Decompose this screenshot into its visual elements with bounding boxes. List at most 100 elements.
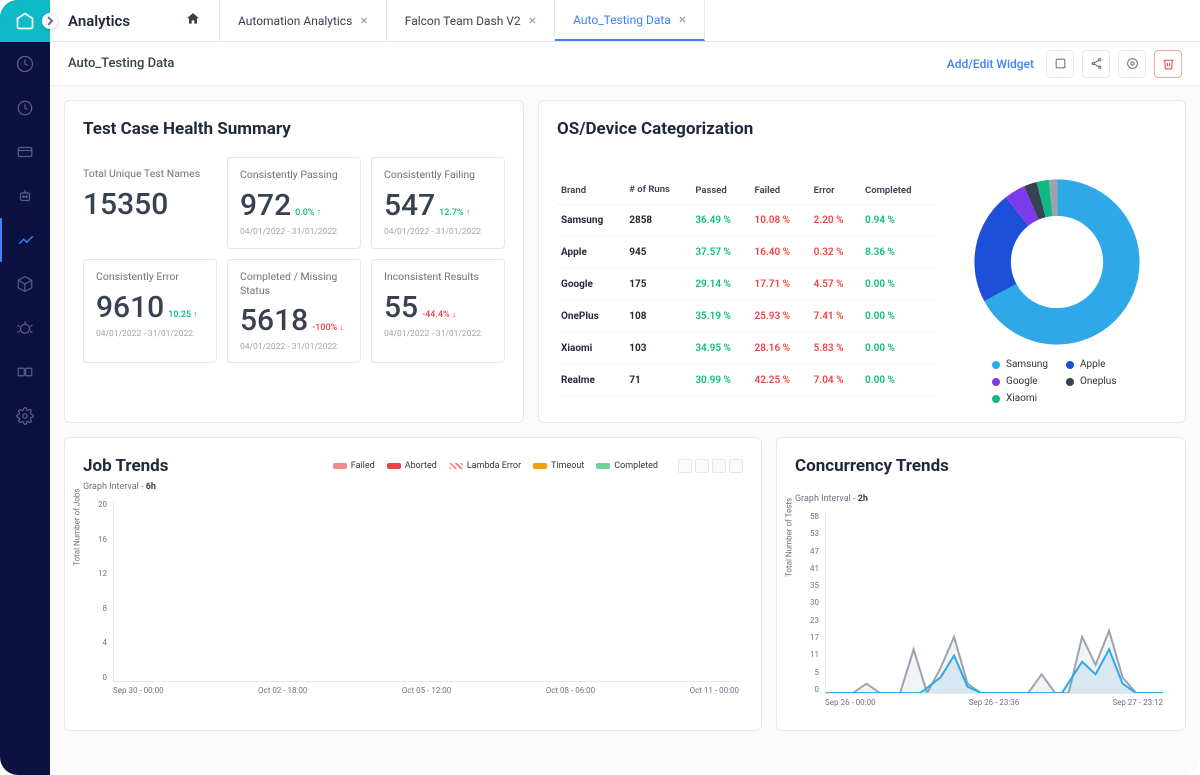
tab-label: Automation Analytics — [238, 14, 352, 28]
chart-reset-icon[interactable] — [712, 459, 726, 473]
metric-passing: Consistently Passing 9720.0% ↑ 04/01/202… — [227, 157, 361, 249]
nav-analytics[interactable] — [0, 218, 50, 262]
th-error[interactable]: Error — [810, 177, 861, 205]
nav-history[interactable] — [0, 86, 50, 130]
th-passed[interactable]: Passed — [691, 177, 750, 205]
topbar: Analytics Automation Analytics×Falcon Te… — [50, 0, 1200, 42]
tab-2[interactable]: Auto_Testing Data × — [555, 0, 705, 41]
tab-1[interactable]: Falcon Team Dash V2 × — [387, 0, 555, 41]
tab-label: Falcon Team Dash V2 — [405, 14, 521, 28]
donut-legend: Samsung Apple Google Oneplus Xiaomi — [992, 359, 1122, 404]
metric-date: 04/01/2022 - 31/01/2022 — [240, 227, 348, 237]
main: Analytics Automation Analytics×Falcon Te… — [50, 0, 1200, 775]
chart-toolbar — [678, 459, 743, 473]
conc-plot — [825, 512, 1163, 694]
chart-expand-icon[interactable] — [695, 459, 709, 473]
nav-billing[interactable] — [0, 130, 50, 174]
close-icon[interactable]: × — [679, 12, 686, 28]
table-row[interactable]: Realme7130.99 %42.25 %7.04 %0.00 % — [557, 365, 935, 397]
tab-0[interactable]: Automation Analytics × — [220, 0, 387, 41]
tabs: Automation Analytics×Falcon Team Dash V2… — [220, 0, 705, 41]
legend-item[interactable]: Oneplus — [1066, 376, 1122, 387]
jobs-chart: Total Number of Jobs 201612840 Sep 30 - … — [83, 500, 743, 700]
th-brand[interactable]: Brand — [557, 177, 625, 205]
home-icon[interactable] — [185, 11, 201, 31]
conc-chart: Total Number of Tests 585347413530231711… — [795, 512, 1167, 712]
legend-item[interactable]: Google — [992, 376, 1048, 387]
metric-date: 04/01/2022 - 31/01/2022 — [384, 227, 492, 237]
conc-y-label: Total Number of Tests — [785, 498, 794, 577]
legend-item[interactable]: Xiaomi — [992, 393, 1048, 404]
legend-item[interactable]: Aborted — [387, 461, 437, 471]
layout-icon[interactable] — [1046, 50, 1074, 78]
metric-label: Inconsistent Results — [384, 270, 492, 284]
metric-date: 04/01/2022 - 31/01/2022 — [240, 342, 348, 352]
table-row[interactable]: OnePlus10835.19 %25.93 %7.41 %0.00 % — [557, 301, 935, 333]
donut-chart — [972, 177, 1142, 347]
conc-x-axis: Sep 26 - 00:00Sep 26 - 23:36Sep 27 - 23:… — [825, 698, 1163, 712]
metric-date: 04/01/2022 - 31/01/2022 — [384, 329, 492, 339]
legend-item[interactable]: Samsung — [992, 359, 1048, 370]
add-edit-widget-button[interactable]: Add/Edit Widget — [947, 57, 1034, 71]
metric-value: 961010.25 ↑ — [96, 290, 204, 325]
table-row[interactable]: Samsung285836.49 %10.08 %2.20 %0.94 % — [557, 205, 935, 237]
chart-menu-icon[interactable] — [729, 459, 743, 473]
nav-bugs[interactable] — [0, 306, 50, 350]
chart-bar-icon[interactable] — [678, 459, 692, 473]
os-table: Brand # of Runs Passed Failed Error Comp… — [557, 177, 935, 404]
donut-chart-wrap: Samsung Apple Google Oneplus Xiaomi — [947, 177, 1167, 404]
content: Test Case Health Summary Total Unique Te… — [50, 86, 1200, 775]
page-title: Auto_Testing Data — [68, 56, 174, 71]
tab-label: Auto_Testing Data — [573, 13, 671, 27]
metric-missing: Completed / Missing Status 5618-100% ↓ 0… — [227, 259, 361, 363]
metric-value: 5618-100% ↓ — [240, 303, 348, 338]
legend-item[interactable]: Apple — [1066, 359, 1122, 370]
nav-settings[interactable] — [0, 394, 50, 438]
legend-item[interactable]: Lambda Error — [449, 461, 521, 471]
legend-item[interactable]: Timeout — [533, 461, 584, 471]
close-icon[interactable]: × — [529, 13, 536, 29]
jobs-y-label: Total Number of Jobs — [73, 488, 82, 565]
delete-icon[interactable] — [1154, 50, 1182, 78]
metric-value: 15350 — [83, 187, 205, 222]
nav-packages[interactable] — [0, 262, 50, 306]
legend-item[interactable]: Failed — [333, 461, 375, 471]
jobs-legend: Failed Aborted Lambda Error Timeout Complete… — [333, 459, 743, 473]
metric-label: Consistently Error — [96, 270, 204, 284]
legend-item[interactable]: Completed — [596, 461, 658, 471]
settings-icon[interactable] — [1118, 50, 1146, 78]
nav-automation[interactable] — [0, 174, 50, 218]
close-icon[interactable]: × — [360, 13, 367, 29]
sidebar-expand-icon[interactable] — [42, 13, 58, 29]
subbar: Auto_Testing Data Add/Edit Widget — [50, 42, 1200, 86]
metric-label: Completed / Missing Status — [240, 270, 348, 297]
metric-inconsistent: Inconsistent Results 55-44.4% ↓ 04/01/20… — [371, 259, 505, 363]
th-completed[interactable]: Completed — [861, 177, 935, 205]
nav-integrations[interactable] — [0, 350, 50, 394]
health-title: Test Case Health Summary — [83, 119, 505, 139]
share-icon[interactable] — [1082, 50, 1110, 78]
jobs-y-axis: 201612840 — [83, 500, 107, 682]
conc-y-axis: 58534741353023171150 — [795, 512, 819, 694]
app-title: Analytics — [68, 12, 130, 30]
metric-value: 54712.7% ↑ — [384, 188, 492, 223]
jobs-plot — [113, 500, 739, 682]
os-device-card: OS/Device Categorization Brand # of Runs… — [538, 100, 1186, 423]
table-row[interactable]: Xiaomi10334.95 %28.16 %5.83 %0.00 % — [557, 333, 935, 365]
metric-label: Consistently Failing — [384, 168, 492, 182]
th-runs[interactable]: # of Runs — [625, 177, 691, 205]
app-title-area: Analytics — [50, 0, 220, 41]
nav-dashboard[interactable] — [0, 42, 50, 86]
metric-value: 9720.0% ↑ — [240, 188, 348, 223]
concurrency-card: Concurrency Trends Graph Interval - 2h T… — [776, 437, 1186, 731]
table-row[interactable]: Apple94537.57 %16.40 %0.32 %8.36 % — [557, 237, 935, 269]
health-summary-card: Test Case Health Summary Total Unique Te… — [64, 100, 524, 423]
metric-label: Consistently Passing — [240, 168, 348, 182]
logo[interactable] — [0, 0, 50, 42]
metric-error: Consistently Error 961010.25 ↑ 04/01/202… — [83, 259, 217, 363]
th-failed[interactable]: Failed — [751, 177, 810, 205]
metric-failing: Consistently Failing 54712.7% ↑ 04/01/20… — [371, 157, 505, 249]
jobs-title: Job Trends — [83, 456, 168, 476]
metric-date: 04/01/2022 - 31/01/2022 — [96, 329, 204, 339]
table-row[interactable]: Google17529.14 %17.71 %4.57 %0.00 % — [557, 269, 935, 301]
